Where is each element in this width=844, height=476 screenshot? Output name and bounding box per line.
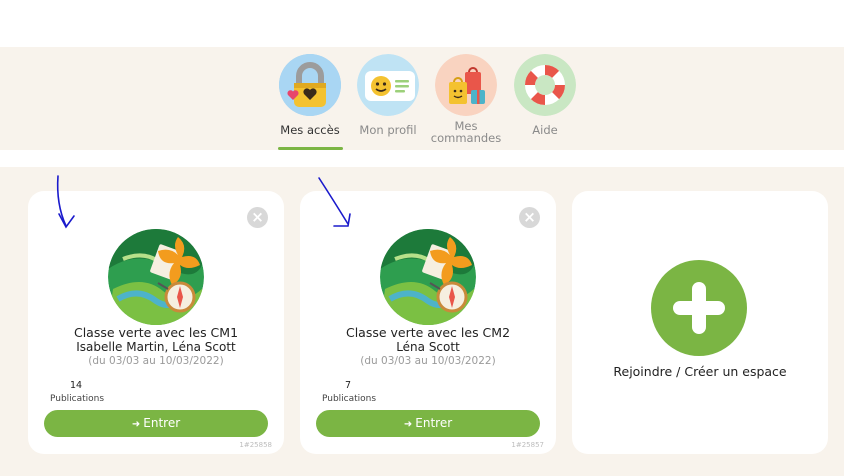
plus-icon[interactable] [651,260,747,356]
sign-in-icon: ➜ [403,419,413,430]
nature-compass-icon [380,229,476,325]
nav-label-aide: Aide [532,123,558,137]
shopping-bags-icon [435,54,497,116]
nav-label-mes-commandes: Mes commandes [430,119,502,145]
enter-button-label: Entrer [415,416,453,430]
nav-item-aide[interactable]: Aide [508,54,582,136]
space-ref: 1#25857 [511,441,544,449]
nav-label-mon-profil: Mon profil [359,123,417,137]
join-create-card[interactable]: Rejoindre / Créer un espace [572,191,828,454]
enter-button-label: Entrer [143,416,181,430]
space-ref: 1#25858 [239,441,272,449]
publications-count: 7 [344,380,352,391]
enter-button[interactable]: ➜ Entrer [316,410,540,437]
annotation-arrow [318,177,351,227]
join-create-label: Rejoindre / Créer un espace [613,364,787,379]
top-bar [0,0,844,47]
nav-separator [0,150,844,167]
publications-count: 14 [69,380,83,391]
nav-label-mes-acces: Mes accès [280,123,340,137]
space-title: Classe verte avec les CM1 [73,325,239,340]
publications-label: Publications [50,394,105,404]
close-icon[interactable]: × [247,207,268,228]
nav-item-mes-commandes[interactable]: Mes commandes [429,54,503,144]
nature-compass-icon [108,229,204,325]
close-icon[interactable]: × [519,207,540,228]
space-owners: Léna Scott [396,340,460,354]
enter-button[interactable]: ➜ Entrer [44,410,268,437]
lifebuoy-icon [514,54,576,116]
space-dates: (du 03/03 au 10/03/2022) [88,355,224,367]
active-tab-indicator [278,147,343,150]
nav-item-mes-acces[interactable]: Mes accès [273,54,347,136]
sign-in-icon: ➜ [131,419,141,430]
publications-label: Publications [322,394,377,404]
profile-card-icon [357,54,419,116]
space-title: Classe verte avec les CM2 [345,325,511,340]
lock-hearts-icon [279,54,341,116]
annotation-arrow [56,175,75,229]
nav-item-mon-profil[interactable]: Mon profil [351,54,425,136]
space-owners: Isabelle Martin, Léna Scott [76,340,236,354]
space-dates: (du 03/03 au 10/03/2022) [360,355,496,367]
